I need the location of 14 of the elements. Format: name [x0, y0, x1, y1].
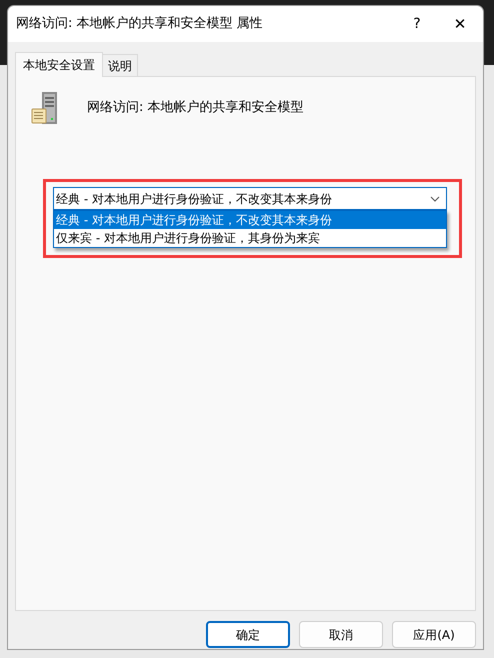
close-button[interactable]: ✕ [437, 9, 483, 39]
dropdown-option[interactable]: 仅来宾 - 对本地用户进行身份验证，其身份为来宾 [54, 229, 446, 247]
dialog-button[interactable]: 确定 [206, 621, 290, 648]
dialog-button[interactable]: 取消 [299, 621, 383, 648]
dropdown-value: 经典 - 对本地用户进行身份验证，不改变其本来身份 [56, 190, 333, 208]
window-title: 网络访问: 本地帐户的共享和安全模型 属性 [16, 15, 264, 34]
help-button[interactable]: ? [397, 9, 437, 39]
dropdown-option[interactable]: 经典 - 对本地用户进行身份验证，不改变其本来身份 [54, 211, 446, 229]
dialog-button[interactable]: 应用(A) [392, 621, 476, 648]
dropdown[interactable]: 经典 - 对本地用户进行身份验证，不改变其本来身份 [53, 187, 447, 210]
tab[interactable]: 本地安全设置 [15, 52, 103, 77]
chevron-down-icon [430, 196, 440, 202]
policy-name: 网络访问: 本地帐户的共享和安全模型 [87, 99, 304, 118]
tab[interactable]: 说明 [103, 54, 138, 76]
